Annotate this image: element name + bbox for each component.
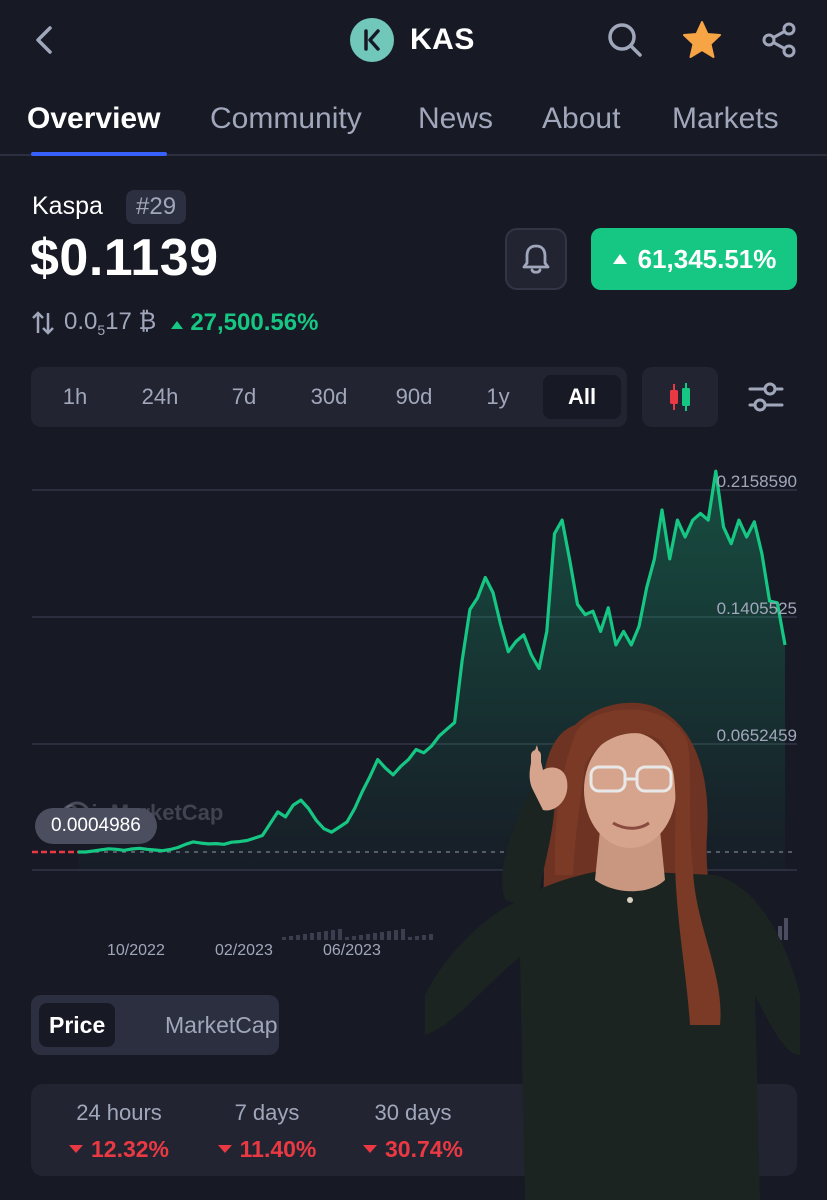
volume-bar	[415, 936, 419, 940]
volume-bar	[324, 931, 328, 940]
range-all[interactable]: All	[543, 375, 621, 419]
share-button[interactable]	[757, 18, 801, 62]
start-price-label: 0.0004986	[35, 808, 157, 844]
overlaid-person-image	[425, 695, 805, 1200]
tab-markets[interactable]: Markets	[672, 102, 779, 136]
volume-bar	[387, 931, 391, 940]
back-button[interactable]	[28, 18, 68, 62]
volume-bar	[289, 936, 293, 940]
y-axis-label-mid: 0.1405525	[716, 599, 797, 618]
bell-icon	[522, 244, 550, 274]
btc-price: 0.0517 ₿	[64, 308, 157, 338]
stat-7d: 7 days 11.40%	[215, 1100, 319, 1163]
volume-bar	[401, 929, 405, 940]
kaspa-logo-icon	[350, 18, 394, 62]
stat-value: 12.32%	[67, 1136, 171, 1163]
volume-bar	[296, 935, 300, 940]
rank-badge: #29	[126, 190, 187, 224]
volume-bar	[317, 932, 321, 940]
volume-bar	[282, 937, 286, 940]
star-icon	[683, 21, 721, 58]
range-90d[interactable]: 90d	[386, 375, 442, 419]
volume-bar	[366, 934, 370, 940]
y-axis-label-top: 0.2158590	[716, 472, 797, 491]
volume-bar	[338, 929, 342, 940]
x-axis-label: 02/2023	[215, 942, 273, 959]
range-24h[interactable]: 24h	[131, 375, 189, 419]
sliders-icon	[748, 382, 784, 412]
range-30d[interactable]: 30d	[301, 375, 357, 419]
time-range-selector: 1h 24h 7d 30d 90d 1y All	[31, 367, 627, 427]
range-1y[interactable]: 1y	[477, 375, 519, 419]
volume-bar	[310, 933, 314, 940]
chart-metric-toggle: Price MarketCap	[31, 995, 279, 1055]
range-7d[interactable]: 7d	[221, 375, 267, 419]
search-icon	[608, 23, 642, 57]
x-axis-label: 06/2023	[323, 942, 381, 959]
back-chevron-icon	[36, 26, 52, 54]
x-axis-label: 10/2022	[107, 942, 165, 959]
volume-bar	[303, 934, 307, 940]
tab-bar: Overview Community News About Markets	[0, 96, 827, 156]
chart-settings-button[interactable]	[744, 377, 788, 417]
toggle-marketcap[interactable]: MarketCap	[165, 1003, 277, 1047]
volume-bar	[345, 937, 349, 940]
watchlist-star-button[interactable]	[680, 18, 724, 62]
tab-about[interactable]: About	[542, 102, 620, 136]
price-change-badge: 61,345.51%	[591, 228, 797, 290]
active-tab-indicator	[31, 152, 167, 156]
stat-value: 11.40%	[215, 1136, 319, 1163]
btc-price-row: 0.0517 ₿ 27,500.56%	[30, 306, 318, 340]
btc-change: 27,500.56%	[170, 309, 318, 337]
caret-up-icon	[171, 321, 184, 329]
stat-label: 24 hours	[76, 1100, 162, 1125]
volume-bar	[373, 933, 377, 940]
coin-symbol: KAS	[410, 23, 475, 56]
caret-up-icon	[612, 254, 627, 264]
tab-community[interactable]: Community	[210, 102, 362, 136]
volume-bar	[394, 930, 398, 940]
candlestick-icon	[670, 383, 690, 411]
range-1h[interactable]: 1h	[51, 375, 99, 419]
coin-name: Kaspa	[32, 192, 103, 220]
coin-price: $0.1139	[30, 229, 219, 287]
volume-bar	[331, 930, 335, 940]
volume-bar	[352, 936, 356, 940]
tab-overview[interactable]: Overview	[27, 102, 160, 136]
share-icon	[762, 22, 796, 58]
coin-header: KAS	[350, 18, 475, 62]
volume-bar	[380, 932, 384, 940]
price-change-value: 61,345.51%	[637, 243, 777, 274]
toggle-price[interactable]: Price	[39, 1003, 116, 1047]
search-button[interactable]	[603, 18, 647, 62]
swap-arrows-icon[interactable]	[30, 310, 56, 336]
stat-label: 7 days	[234, 1100, 300, 1125]
stat-24h: 24 hours 12.32%	[67, 1100, 171, 1163]
volume-bar	[359, 935, 363, 940]
price-alert-button[interactable]	[505, 228, 567, 290]
tab-news[interactable]: News	[418, 102, 493, 136]
volume-bar	[408, 937, 412, 940]
candlestick-toggle-button[interactable]	[642, 367, 718, 427]
